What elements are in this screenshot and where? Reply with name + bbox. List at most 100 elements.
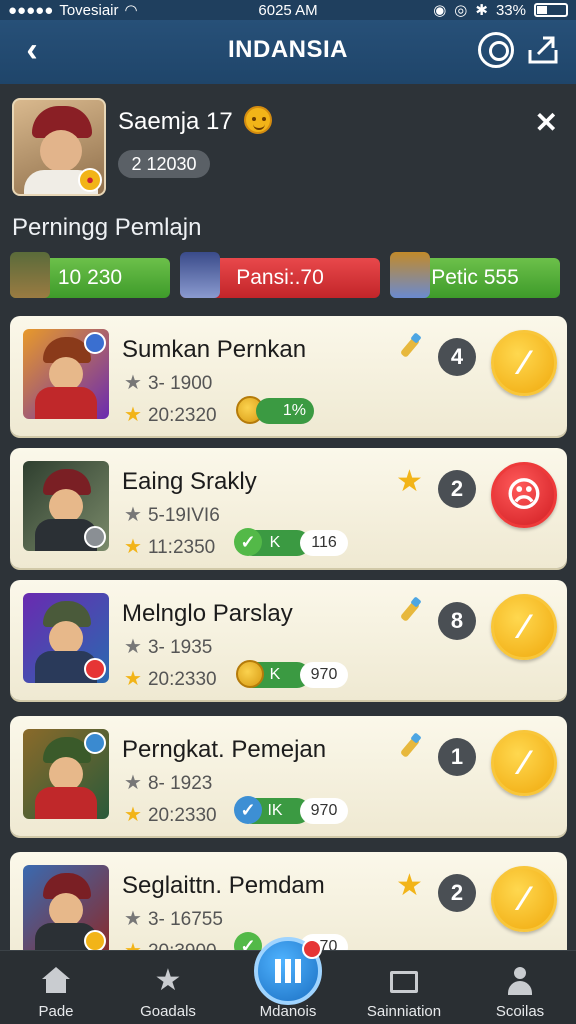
profile-search-icon[interactable]: [478, 32, 514, 68]
nav-item-goadals[interactable]: ★ Goadals: [118, 951, 218, 1024]
item-stat-primary: ★ 3- 1900: [124, 372, 213, 394]
rank-badge: 2: [438, 470, 476, 508]
grid-menu-button[interactable]: [254, 937, 322, 1005]
grey-star-icon: ★: [124, 908, 142, 930]
item-title: Eaing Srakly: [122, 468, 257, 495]
item-pill-right: 116: [300, 530, 348, 556]
summary-chip-value: 10 230: [57, 266, 123, 289]
coins-icon: [236, 660, 264, 688]
list-item[interactable]: Sumkan Pernkan ★ 3- 1900 ★ 20:2320 1% 4 ⁄: [10, 316, 567, 436]
blue-check-icon: ✓: [234, 796, 262, 824]
item-thumbnail: [23, 865, 109, 950]
smile-emoji-icon: [244, 106, 272, 134]
item-stat-secondary: ★ 20:2330: [124, 804, 217, 826]
mail-icon: [390, 971, 418, 993]
thumb-badge-icon: [84, 732, 106, 754]
summary-chip-red[interactable]: Pansi:.70: [180, 252, 380, 298]
item-stat-secondary: ★ 20:2320: [124, 404, 217, 426]
red-action-button[interactable]: ☹: [491, 462, 557, 528]
gold-star-icon: ★: [124, 804, 142, 826]
alarm-icon: ◉: [433, 2, 447, 19]
ranking-list[interactable]: Sumkan Pernkan ★ 3- 1900 ★ 20:2320 1% 4 ⁄ …: [0, 314, 576, 950]
item-title: Seglaittn. Pemdam: [122, 872, 325, 899]
summary-chip-green-2[interactable]: Petic 555: [390, 252, 560, 298]
grid-icon: [275, 959, 301, 983]
nav-label: Scoilas: [495, 1003, 545, 1020]
thumb-badge-icon: [84, 332, 106, 354]
item-stat-secondary: ★20:3900: [124, 938, 217, 950]
player-score: 2 12030: [118, 150, 210, 178]
status-right: ◉ ◎ ✱ 33%: [433, 1, 568, 19]
grey-star-icon: ★: [124, 636, 142, 658]
nav-item-scoilas[interactable]: Scoilas: [470, 951, 570, 1024]
item-title: Perngkat. Pemejan: [122, 736, 327, 763]
star-icon: ★: [396, 465, 423, 498]
gold-action-button[interactable]: ⁄: [491, 594, 557, 660]
gold-star-icon: ★: [124, 536, 142, 558]
item-stat-primary: ★ 3- 1935: [124, 636, 213, 658]
star-icon: ★: [154, 964, 182, 997]
item-stat-secondary: ★ 20:2330: [124, 668, 217, 690]
person-icon: [506, 967, 534, 995]
profile-panel: ● Saemja 17 ✕ 2 12030 Perningg Pemlajn 1…: [0, 84, 576, 304]
item-pill: 1%: [256, 398, 314, 424]
rank-badge: 1: [438, 738, 476, 776]
summary-chip-value: Pansi:.70: [236, 266, 324, 289]
app-header: ‹ INDANSIA: [0, 20, 576, 84]
notification-dot-icon: [302, 939, 322, 959]
battery-label: 33%: [495, 1, 526, 19]
grey-star-icon: ★: [124, 772, 142, 794]
summary-chip-value: Petic 555: [431, 266, 519, 289]
gold-star-icon: ★: [124, 940, 142, 950]
location-icon: ◎: [454, 2, 468, 19]
gold-star-icon: ★: [124, 668, 142, 690]
item-stat-primary: ★ 8- 1923: [124, 772, 213, 794]
list-item[interactable]: Perngkat. Pemejan ★ 8- 1923 ★ 20:2330 IK ✓…: [10, 716, 567, 836]
nav-item-sainniation[interactable]: Sainniation: [354, 951, 454, 1024]
pencil-icon: [396, 336, 422, 362]
check-icon: ✓: [234, 528, 262, 556]
item-pill-right: 970: [300, 662, 348, 688]
check-icon: ✓: [234, 932, 262, 950]
summary-bar: 10 230 Pansi:.70 Petic 555: [10, 252, 566, 298]
share-icon[interactable]: [526, 32, 560, 66]
rank-badge: 8: [438, 602, 476, 640]
avatar[interactable]: ●: [12, 98, 106, 196]
item-thumbnail: [23, 593, 109, 683]
item-title: Melnglo Parslay: [122, 600, 293, 627]
list-item[interactable]: Melnglo Parslay ★ 3- 1935 ★ 20:2330 K 970 …: [10, 580, 567, 700]
rank-badge: 2: [438, 874, 476, 912]
chip-avatar-icon: [10, 252, 50, 298]
close-icon[interactable]: ✕: [535, 106, 558, 139]
battery-icon: [534, 3, 568, 17]
gold-action-button[interactable]: ⁄: [491, 866, 557, 932]
gold-action-button[interactable]: ⁄: [491, 330, 557, 396]
item-title: Sumkan Pernkan: [122, 336, 307, 363]
nav-item-pade[interactable]: Pade: [6, 951, 106, 1024]
nav-label: Mdanois: [259, 1003, 317, 1020]
gold-action-button[interactable]: ⁄: [491, 730, 557, 796]
item-thumbnail: [23, 461, 109, 551]
item-thumbnail: [23, 329, 109, 419]
item-thumbnail: [23, 729, 109, 819]
summary-chip-green-1[interactable]: 10 230: [10, 252, 170, 298]
star-icon: ★: [396, 869, 423, 902]
nav-label: Pade: [38, 1003, 74, 1020]
bluetooth-icon: ✱: [475, 2, 488, 19]
thumb-badge-icon: [84, 930, 106, 950]
nav-label: Goadals: [140, 1003, 196, 1020]
item-stat-primary: ★ 3- 16755: [124, 908, 223, 930]
item-stat-primary: ★ 5-19ΙVI6: [124, 504, 220, 526]
home-icon: [42, 967, 70, 995]
list-item[interactable]: Seglaittn. Pemdam ★3- 16755 ★20:3900 ✓ 9…: [10, 852, 567, 950]
chip-avatar-icon: [180, 252, 220, 298]
thumb-badge-icon: [84, 526, 106, 548]
list-item[interactable]: Eaing Srakly ★ 5-19ΙVI6 ★ 11:2350 K ✓ 116 …: [10, 448, 567, 568]
pencil-icon: [396, 600, 422, 626]
nav-label: Sainniation: [366, 1003, 442, 1020]
avatar-badge-icon: ●: [78, 168, 102, 192]
player-name: Saemja 17: [118, 108, 233, 135]
status-bar: ●●●●● Tovesiair ◠ 6025 AM ◉ ◎ ✱ 33%: [0, 0, 576, 20]
grey-star-icon: ★: [124, 372, 142, 394]
bottom-nav: Pade ★ Goadals Mdanois Sainniation Scoil…: [0, 937, 576, 1024]
